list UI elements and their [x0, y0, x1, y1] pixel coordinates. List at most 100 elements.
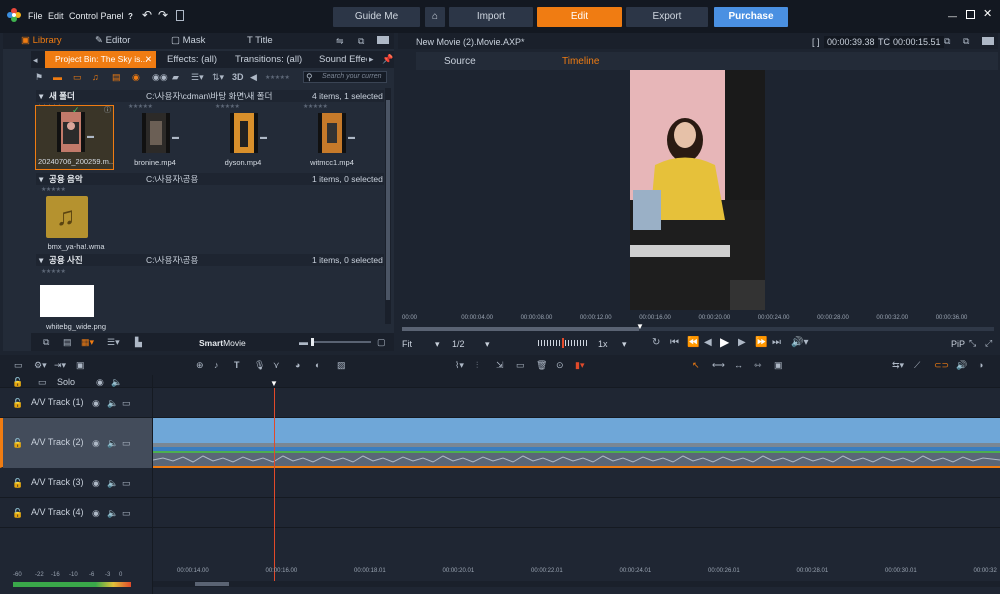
- tab-editor[interactable]: ✎ Editor: [95, 33, 130, 49]
- storyboard-icon[interactable]: ▣: [76, 360, 85, 370]
- lock-icon[interactable]: 🔓: [12, 508, 23, 518]
- eye-icon[interactable]: ◉: [92, 438, 100, 448]
- next-frame-icon[interactable]: ⏩: [755, 338, 767, 348]
- playhead-handle-icon[interactable]: ▼: [270, 379, 278, 388]
- tab-mask[interactable]: ▢ Mask: [171, 33, 205, 49]
- collapse-icon[interactable]: ▾: [39, 173, 43, 185]
- speed-select[interactable]: 1x: [598, 339, 608, 349]
- menu-file[interactable]: File: [28, 11, 43, 21]
- library-scrollbar[interactable]: [385, 88, 391, 324]
- collapse-icon[interactable]: ▾: [39, 90, 43, 102]
- play-icon[interactable]: ▶: [720, 336, 729, 348]
- pip-button[interactable]: PiP: [951, 339, 965, 349]
- home-button[interactable]: ⌂: [425, 7, 445, 27]
- layout-icon[interactable]: [982, 37, 994, 45]
- bin-tab-effects[interactable]: Effects: (all): [167, 52, 217, 68]
- timecode-display[interactable]: 00:00:15.51: [890, 36, 944, 48]
- bin-tab-transitions[interactable]: Transitions: (all): [235, 52, 302, 68]
- monitor-icon[interactable]: ▭: [122, 478, 131, 488]
- menu-edit[interactable]: Edit: [48, 11, 64, 21]
- pointer-icon[interactable]: ↖: [692, 360, 700, 370]
- monitor-icon[interactable]: ▭: [38, 377, 47, 387]
- link-icon[interactable]: ⇋: [336, 36, 344, 46]
- tab-scroll-left-icon[interactable]: ◂: [33, 55, 38, 65]
- audio-scrub-icon[interactable]: 🔊: [956, 360, 967, 370]
- loop-icon[interactable]: ↻: [652, 338, 660, 348]
- sort-icon[interactable]: ⇅▾: [212, 72, 224, 82]
- copy-icon[interactable]: ⧉: [43, 337, 49, 347]
- folder-header-photos[interactable]: ▾ 공용 사진 C:\사용자\공용 1 items, 0 selected: [36, 254, 384, 266]
- purchase-button[interactable]: Purchase: [714, 7, 788, 27]
- pin-icon[interactable]: 📌: [382, 54, 393, 64]
- document-icon[interactable]: [176, 10, 184, 21]
- speaker-icon[interactable]: 🔈: [111, 377, 122, 387]
- smartmovie-button[interactable]: SmartMovie: [199, 338, 246, 348]
- disc-icon[interactable]: ◕: [295, 360, 300, 370]
- lock-icon[interactable]: 🔓: [12, 377, 23, 387]
- tab-library[interactable]: ▣ Library: [21, 33, 62, 49]
- eye-icon[interactable]: ◉: [92, 398, 100, 408]
- ripple-icon[interactable]: ⇆▾: [892, 360, 904, 370]
- go-end-icon[interactable]: ⏭: [772, 338, 781, 348]
- title-tool-icon[interactable]: T: [234, 360, 240, 370]
- bin-tab-sound-effects[interactable]: Sound Effect: [319, 52, 367, 68]
- bin-tab-project[interactable]: Project Bin: The Sky is... ✕: [45, 51, 156, 68]
- video-thumbnail[interactable]: [318, 113, 346, 153]
- track-row[interactable]: 🔓 A/V Track (4) ◉ 🔈 ▭: [0, 498, 1000, 528]
- stretch-icon[interactable]: ⇿: [754, 360, 762, 370]
- snap-icon[interactable]: ⇥▾: [54, 360, 66, 370]
- collapse-icon[interactable]: ▾: [39, 254, 43, 266]
- preview-ruler[interactable]: 00:00 00:00:04.00 00:00:08.00 00:00:12.00 00…: [402, 315, 994, 327]
- folder-header-new[interactable]: ▾ 새 폴더 C:\사용자\cdman\바탕 화면\새 폴더 4 items, …: [36, 90, 384, 102]
- maximize-icon[interactable]: [966, 10, 975, 19]
- link-toggle-icon[interactable]: ⊂⊃: [934, 360, 949, 370]
- close-icon[interactable]: ✕: [983, 9, 992, 20]
- monitor-icon[interactable]: ▭: [122, 398, 131, 408]
- search-input[interactable]: ⚲ Search your curren: [303, 71, 387, 83]
- split-icon[interactable]: ⫶: [476, 360, 478, 370]
- rating-filter[interactable]: ★★★★★: [265, 74, 290, 81]
- track-row-selected[interactable]: 🔓 A/V Track (2) ◉ 🔈 ▭: [0, 418, 1000, 468]
- scenes-icon[interactable]: ▙: [135, 337, 142, 347]
- speaker-icon[interactable]: 🔈: [107, 478, 118, 488]
- audio-tool-icon[interactable]: ♪: [214, 360, 219, 370]
- color-tool-icon[interactable]: ◐: [315, 360, 320, 370]
- lock-icon[interactable]: 🔓: [12, 478, 23, 488]
- scrubber-handle-icon[interactable]: ▼: [636, 322, 644, 331]
- razor-icon[interactable]: ⌇▾: [455, 360, 464, 370]
- gear-icon[interactable]: ⚙▾: [34, 360, 47, 370]
- playhead-line[interactable]: [274, 388, 275, 583]
- menu-control-panel[interactable]: Control Panel: [69, 11, 124, 21]
- marker-icon[interactable]: ⇲: [496, 360, 504, 370]
- timeline-ruler[interactable]: 00:00:14.00 00:00:16.00 00:00:18.01 00:00:2…: [153, 568, 1000, 580]
- prev-frame-icon[interactable]: ⏪: [687, 338, 699, 348]
- speaker-icon[interactable]: 🔈: [107, 398, 118, 408]
- layout-icon[interactable]: [377, 36, 389, 44]
- fullscreen-icon[interactable]: ⤢: [985, 338, 992, 348]
- audio-filter-icon[interactable]: ♫: [92, 72, 99, 82]
- tab-timeline[interactable]: Timeline: [562, 54, 599, 70]
- redo-icon[interactable]: ↷: [158, 9, 168, 21]
- photo-filter-icon[interactable]: ▭: [73, 72, 82, 82]
- tab-scroll-right-icon[interactable]: ▸: [369, 54, 374, 64]
- lock-icon[interactable]: 🔓: [12, 398, 23, 408]
- guide-me-button[interactable]: Guide Me: [333, 7, 420, 27]
- speaker-icon[interactable]: 🔈: [107, 508, 118, 518]
- clip-icon[interactable]: ▭: [516, 360, 525, 370]
- project-filter-icon[interactable]: ▤: [112, 72, 121, 82]
- speaker-icon[interactable]: 🔈: [107, 438, 118, 448]
- import-button[interactable]: Import: [449, 7, 533, 27]
- minimize-icon[interactable]: —: [948, 11, 957, 21]
- 3d-icon[interactable]: 3D: [232, 72, 244, 82]
- jog-wheel[interactable]: [538, 338, 588, 348]
- eye-icon[interactable]: ◉: [96, 377, 104, 387]
- help-icon[interactable]: ?: [128, 12, 133, 21]
- zoom-slider[interactable]: [311, 338, 371, 346]
- go-start-icon[interactable]: ⏮: [670, 338, 679, 348]
- view-icon[interactable]: ◉◉: [152, 72, 168, 82]
- stack-icon[interactable]: ▤: [63, 337, 72, 347]
- media-item-selected[interactable]: ✓ ⓘ ▬ 20240706_200259.m...: [35, 105, 114, 170]
- close-bin-icon[interactable]: ✕: [145, 51, 152, 68]
- step-forward-icon[interactable]: ▶: [738, 338, 746, 348]
- add-track-icon[interactable]: ⊕: [196, 360, 204, 370]
